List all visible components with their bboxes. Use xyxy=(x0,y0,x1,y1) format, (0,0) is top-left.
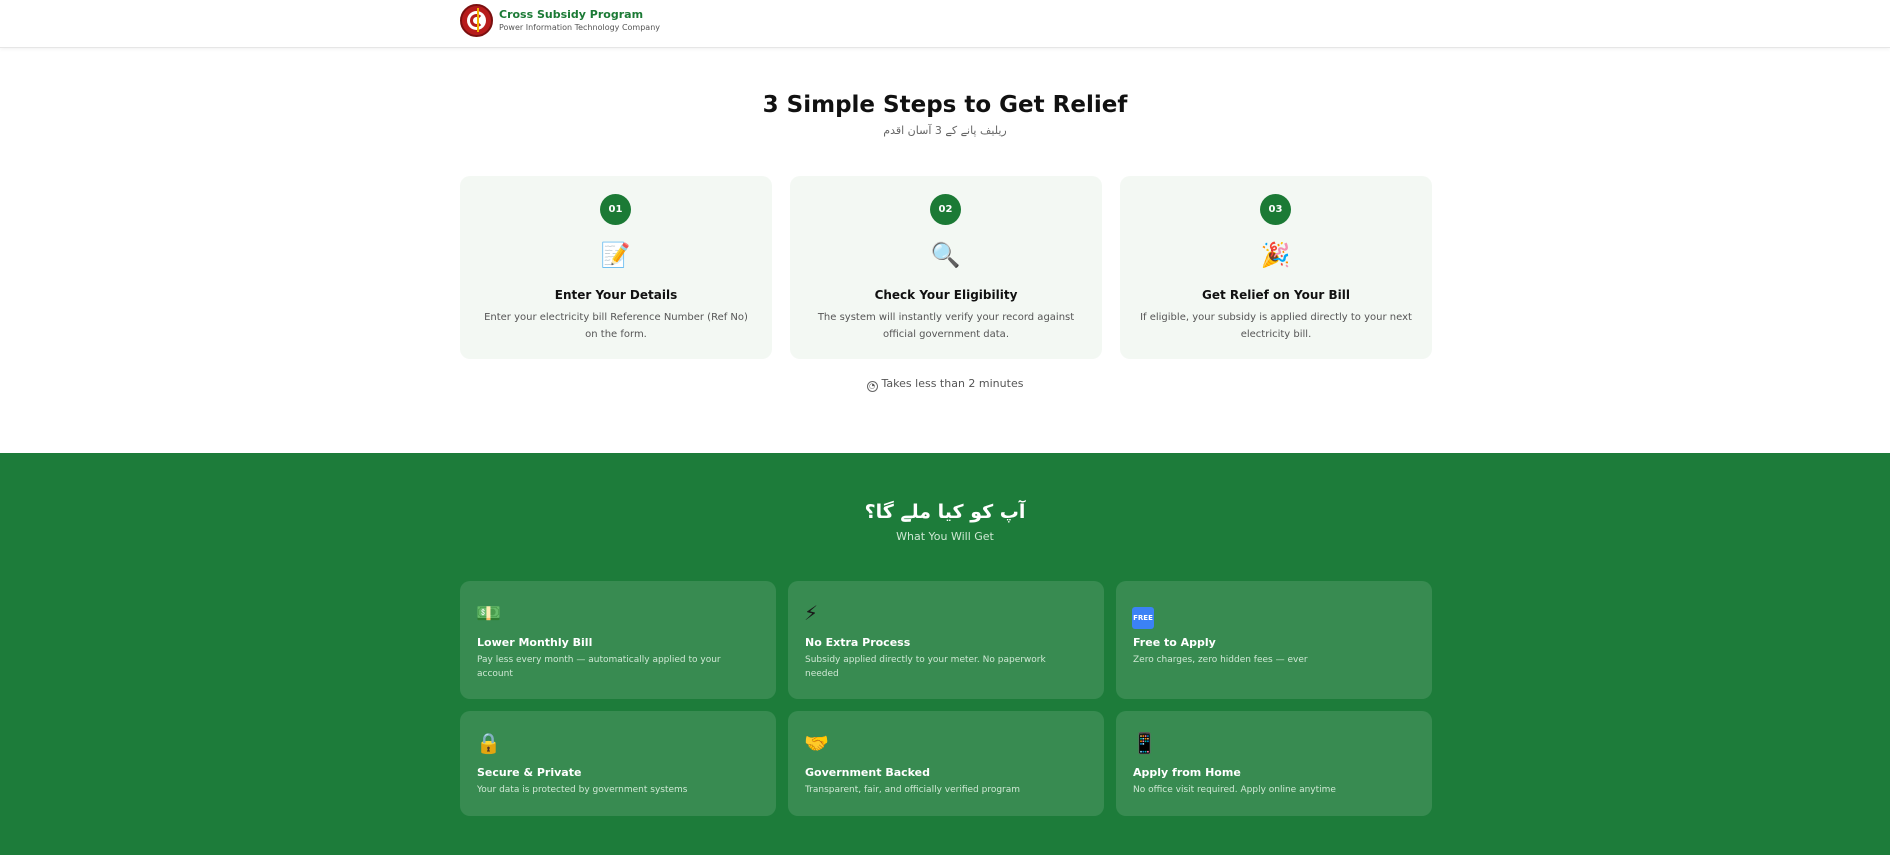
benefit-card-lower-bill: 💵 Lower Monthly Bill Pay less every mont… xyxy=(460,581,776,699)
step-title: Enter Your Details xyxy=(554,288,678,302)
lightning-icon: ⚡ xyxy=(804,601,819,625)
handshake-icon: 🤝 xyxy=(804,731,829,755)
step-description: The system will instantly verify your re… xyxy=(817,312,1075,340)
benefit-title: Free to Apply xyxy=(1133,636,1216,649)
step-description: Enter your electricity bill Reference Nu… xyxy=(484,312,748,340)
step-number: 01 xyxy=(600,194,631,225)
lock-icon: 🔒 xyxy=(476,731,501,755)
step-card-2: 02 🔍 Check Your Eligibility The system w… xyxy=(790,176,1102,359)
party-popper-icon: 🎉 xyxy=(1260,241,1291,269)
site-header: Cross Subsidy Program Power Information … xyxy=(0,0,1890,48)
phone-icon: 📱 xyxy=(1132,731,1157,755)
benefit-description: No office visit required. Apply online a… xyxy=(1133,785,1336,795)
benefit-description: Pay less every month — automatically app… xyxy=(477,655,721,679)
benefit-description: Zero charges, zero hidden fees — ever xyxy=(1133,655,1308,665)
benefit-title: Government Backed xyxy=(805,766,930,779)
step-title: Get Relief on Your Bill xyxy=(1202,288,1350,302)
step-description: If eligible, your subsidy is applied dir… xyxy=(1140,312,1412,340)
steps-heading: 3 Simple Steps to Get Relief xyxy=(762,92,1128,118)
benefits-heading-urdu: آپ کو کیا ملے گا؟ xyxy=(864,501,1026,523)
step-card-1: 01 📝 Enter Your Details Enter your elect… xyxy=(460,176,772,359)
benefit-card-free: FREE Free to Apply Zero charges, zero hi… xyxy=(1116,581,1432,699)
money-icon: 💵 xyxy=(476,601,501,625)
free-badge-text: FREE xyxy=(1132,607,1154,629)
step-number: 02 xyxy=(930,194,961,225)
benefit-title: Secure & Private xyxy=(477,766,582,779)
benefit-card-no-extra-process: ⚡ No Extra Process Subsidy applied direc… xyxy=(788,581,1104,699)
company-logo-icon xyxy=(460,4,493,37)
benefit-description: Subsidy applied directly to your meter. … xyxy=(805,655,1046,679)
benefit-title: Lower Monthly Bill xyxy=(477,636,593,649)
brand-title: Cross Subsidy Program xyxy=(499,8,644,21)
benefit-card-apply-home: 📱 Apply from Home No office visit requir… xyxy=(1116,711,1432,816)
benefit-card-government-backed: 🤝 Government Backed Transparent, fair, a… xyxy=(788,711,1104,816)
time-estimate-text: Takes less than 2 minutes xyxy=(881,377,1024,390)
benefit-card-secure: 🔒 Secure & Private Your data is protecte… xyxy=(460,711,776,816)
benefits-subheading: What You Will Get xyxy=(896,530,994,543)
step-card-3: 03 🎉 Get Relief on Your Bill If eligible… xyxy=(1120,176,1432,359)
benefit-title: Apply from Home xyxy=(1133,766,1241,779)
benefit-title: No Extra Process xyxy=(805,636,911,649)
brand[interactable]: Cross Subsidy Program Power Information … xyxy=(460,4,660,37)
brand-subtitle: Power Information Technology Company xyxy=(499,23,660,32)
benefit-description: Transparent, fair, and officially verifi… xyxy=(805,785,1021,795)
clock-icon: ◔ xyxy=(866,381,878,392)
step-number: 03 xyxy=(1260,194,1291,225)
step-title: Check Your Eligibility xyxy=(874,288,1018,302)
free-icon: FREE xyxy=(1132,601,1156,629)
steps-subheading-urdu: ریلیف پانے کے 3 آسان اقدم xyxy=(883,124,1007,137)
time-estimate: ◔ Takes less than 2 minutes xyxy=(0,377,1890,392)
benefit-description: Your data is protected by government sys… xyxy=(477,785,688,795)
magnifier-icon: 🔍 xyxy=(930,241,961,269)
benefits-section: آپ کو کیا ملے گا؟ What You Will Get 💵 Lo… xyxy=(0,453,1890,855)
memo-icon: 📝 xyxy=(600,241,631,269)
